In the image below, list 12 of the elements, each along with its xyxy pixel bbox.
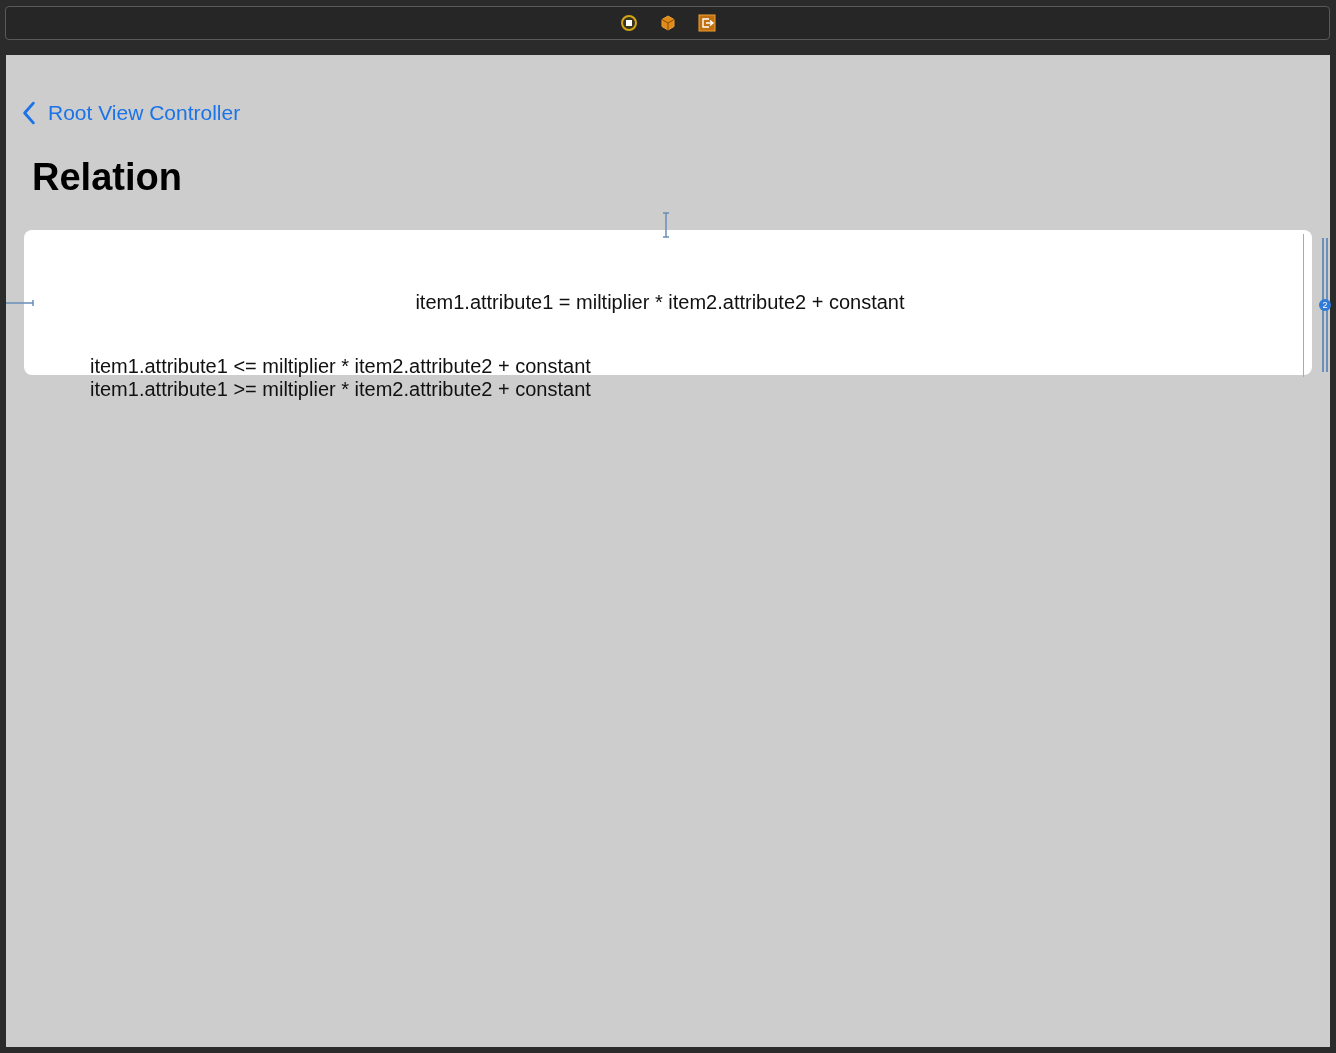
chevron-left-icon bbox=[22, 101, 36, 125]
stop-icon[interactable] bbox=[619, 14, 638, 32]
equation-label: item1.attribute1 = miltiplier * item2.attribute2 + constant bbox=[415, 291, 905, 314]
back-button[interactable]: Root View Controller bbox=[22, 101, 241, 125]
constraint-badge: 2 bbox=[1319, 299, 1331, 311]
exit-icon[interactable] bbox=[697, 14, 716, 32]
equation-label: item1.attribute1 >= miltiplier * item2.attribute2 + constant bbox=[90, 378, 592, 401]
large-title: Relation bbox=[32, 155, 183, 199]
constraint-marker bbox=[6, 299, 34, 307]
equation-label: item1.attribute1 <= miltiplier * item2.attribute2 + constant bbox=[90, 355, 592, 378]
cube-icon[interactable] bbox=[658, 14, 677, 32]
constraint-marker bbox=[662, 212, 670, 238]
